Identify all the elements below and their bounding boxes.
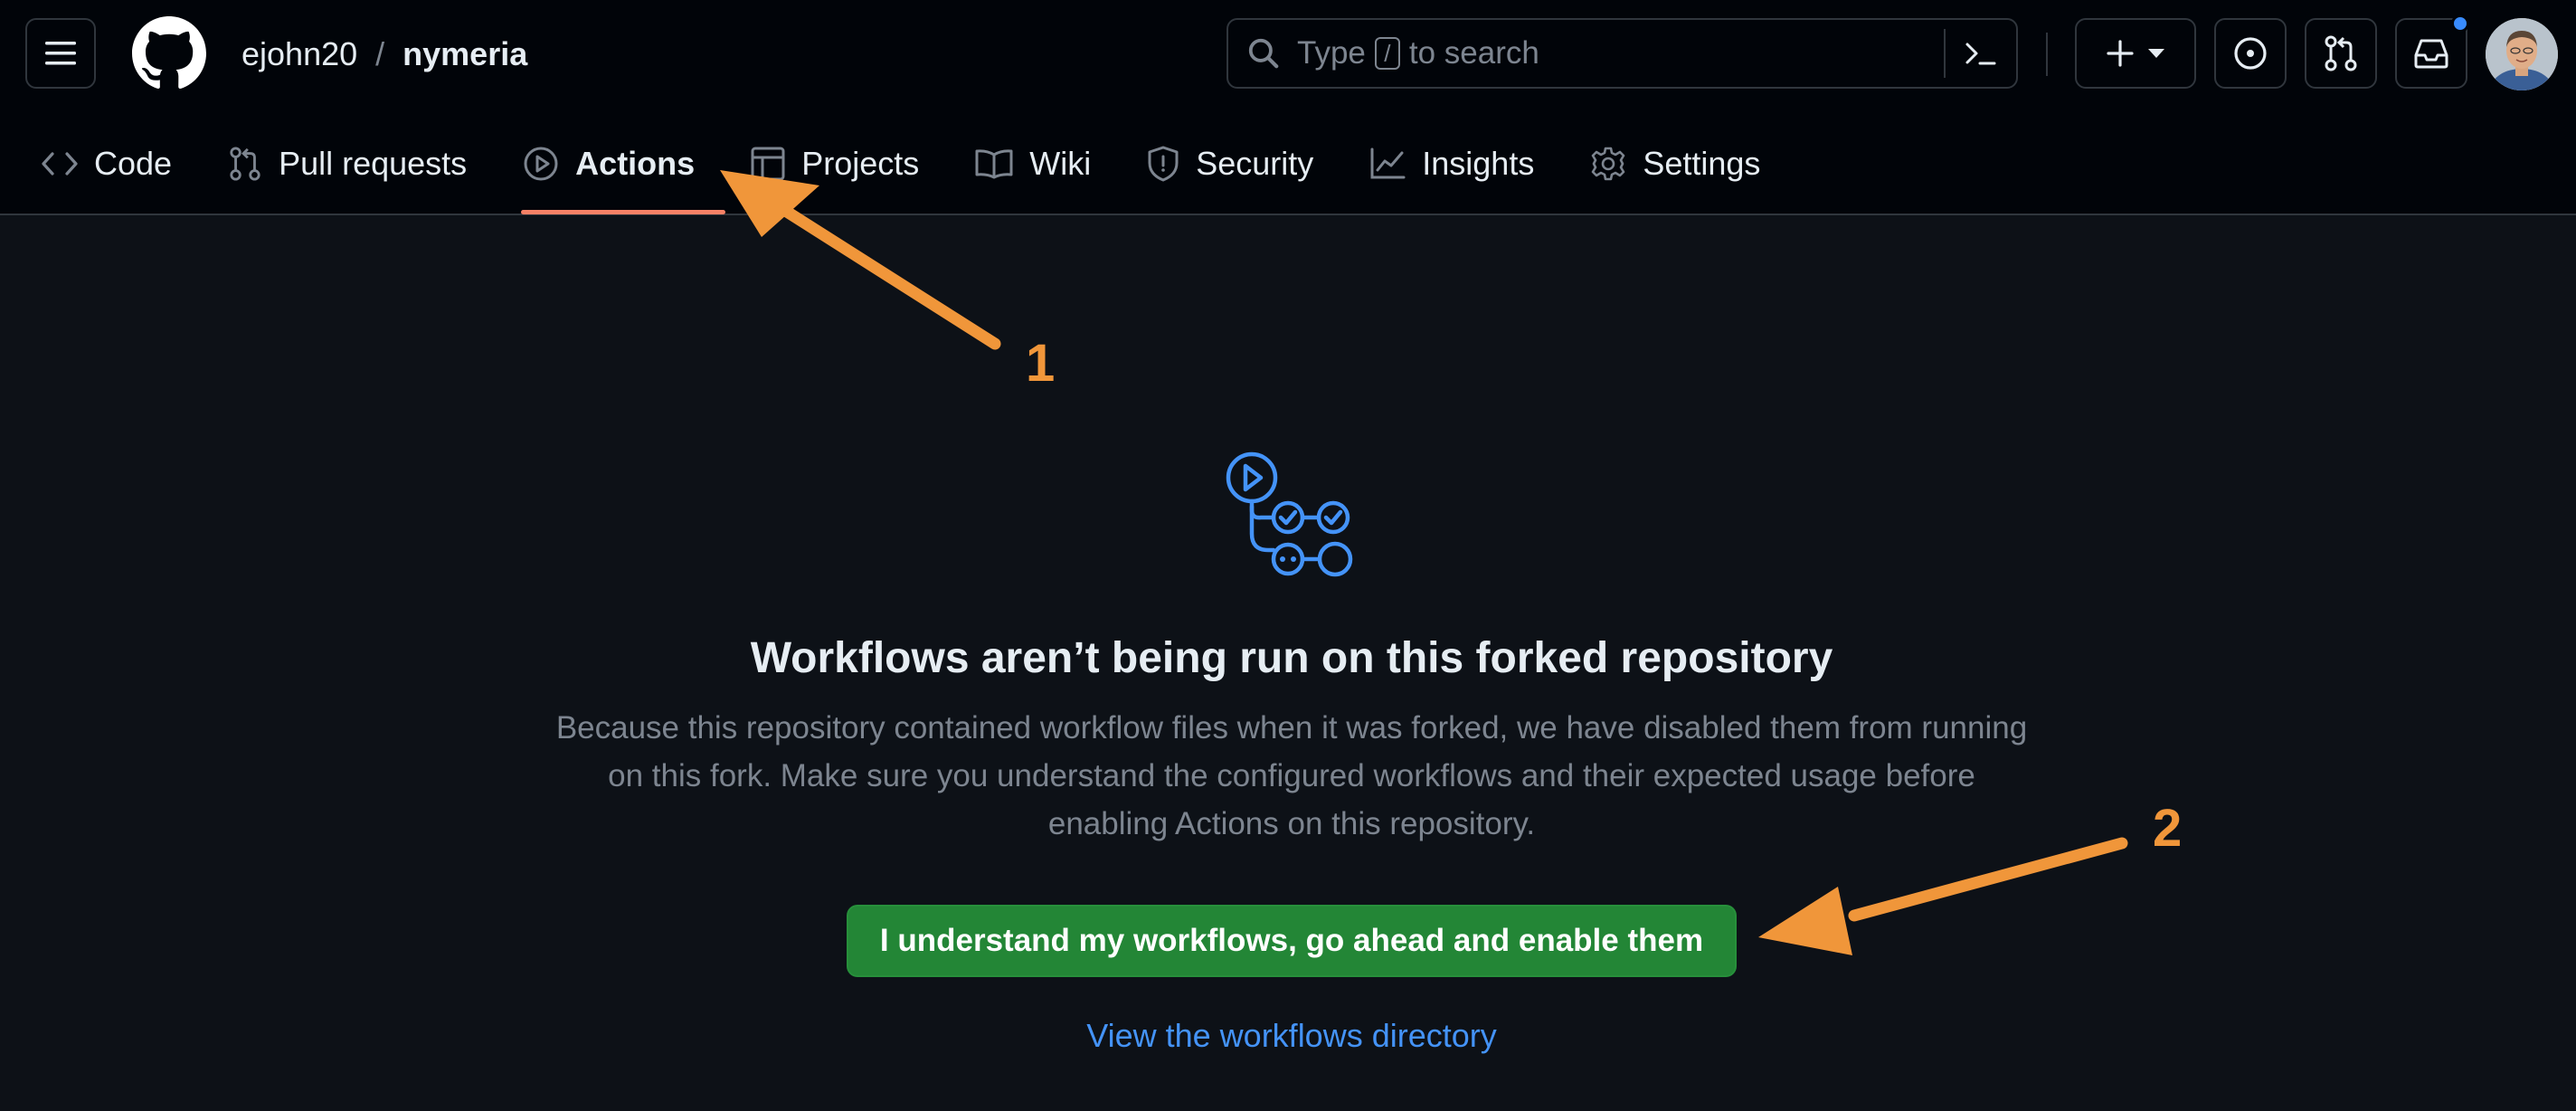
- terminal-icon: [1965, 43, 1996, 65]
- search-icon: [1248, 38, 1279, 69]
- active-tab-indicator: [521, 210, 725, 214]
- tab-label: Security: [1196, 145, 1314, 182]
- tab-settings[interactable]: Settings: [1590, 134, 1760, 194]
- issue-opened-icon: [2234, 37, 2267, 70]
- annotation-marker-2: 2: [2153, 799, 2183, 858]
- search-placeholder-prefix: Type: [1297, 35, 1366, 71]
- annotation-arrow-2: [1758, 837, 2128, 955]
- notification-indicator: [2451, 14, 2469, 33]
- search-shortcut-key: /: [1374, 37, 1400, 70]
- gear-icon: [1592, 147, 1625, 181]
- enable-workflows-button[interactable]: I understand my workflows, go ahead and …: [847, 905, 1737, 977]
- tab-label: Insights: [1422, 145, 1535, 182]
- tab-actions[interactable]: Actions: [523, 134, 695, 194]
- tab-security[interactable]: Security: [1147, 134, 1313, 194]
- github-logo-icon[interactable]: [132, 16, 206, 90]
- graph-icon: [1370, 147, 1406, 179]
- tab-label: Code: [94, 145, 173, 182]
- tab-code[interactable]: Code: [42, 134, 172, 194]
- triangle-down-icon: [2148, 49, 2164, 58]
- git-pull-request-icon: [2325, 35, 2357, 71]
- header-divider: [2046, 33, 2048, 76]
- table-icon: [751, 147, 785, 181]
- pull-requests-button[interactable]: [2305, 18, 2377, 89]
- search-input[interactable]: Type / to search: [1226, 18, 2018, 89]
- shield-icon: [1148, 146, 1179, 182]
- tab-projects[interactable]: Projects: [751, 134, 919, 194]
- page-title: Workflows aren’t being run on this forke…: [750, 634, 1833, 682]
- repo-nav-tabs: Code Pull requests Actions Projects Wiki…: [42, 134, 1816, 194]
- tab-wiki[interactable]: Wiki: [975, 134, 1091, 194]
- app-header: ejohn20 / nymeria Type / to search Code …: [0, 0, 2576, 215]
- workflow-icon: [1226, 451, 1353, 577]
- hamburger-icon: [45, 42, 76, 65]
- tab-label: Pull requests: [279, 145, 468, 182]
- search-placeholder-suffix: to search: [1408, 35, 1539, 71]
- avatar[interactable]: [2486, 18, 2558, 90]
- book-icon: [975, 149, 1013, 179]
- issues-button[interactable]: [2214, 18, 2287, 89]
- menu-button[interactable]: [25, 18, 96, 89]
- tab-label: Actions: [575, 145, 696, 182]
- description-line: enabling Actions on this repository.: [1047, 806, 1536, 841]
- git-pull-request-icon: [230, 147, 260, 181]
- repo-owner-link[interactable]: ejohn20: [242, 33, 357, 76]
- tab-label: Projects: [801, 145, 920, 182]
- annotation-marker-1: 1: [1026, 334, 1056, 393]
- description-line: on this fork. Make sure you understand t…: [608, 758, 1975, 793]
- description-line: Because this repository contained workfl…: [555, 710, 2028, 745]
- user-avatar-icon: [2486, 18, 2558, 90]
- repo-name-link[interactable]: nymeria: [402, 33, 527, 76]
- tab-insights[interactable]: Insights: [1369, 134, 1534, 194]
- breadcrumb-separator: /: [375, 35, 385, 72]
- inbox-icon: [2414, 39, 2448, 69]
- tab-pull-requests[interactable]: Pull requests: [228, 134, 467, 194]
- command-palette-button[interactable]: [1944, 29, 2016, 78]
- breadcrumb: ejohn20 / nymeria: [242, 33, 527, 76]
- create-new-button[interactable]: [2075, 18, 2196, 89]
- tab-label: Settings: [1643, 145, 1761, 182]
- tab-label: Wiki: [1029, 145, 1092, 182]
- description: Because this repository contained workfl…: [507, 704, 2077, 848]
- plus-icon: [2107, 40, 2134, 67]
- code-icon: [42, 152, 78, 176]
- workflows-directory-link[interactable]: View the workflows directory: [0, 1017, 2576, 1055]
- play-icon: [524, 147, 558, 181]
